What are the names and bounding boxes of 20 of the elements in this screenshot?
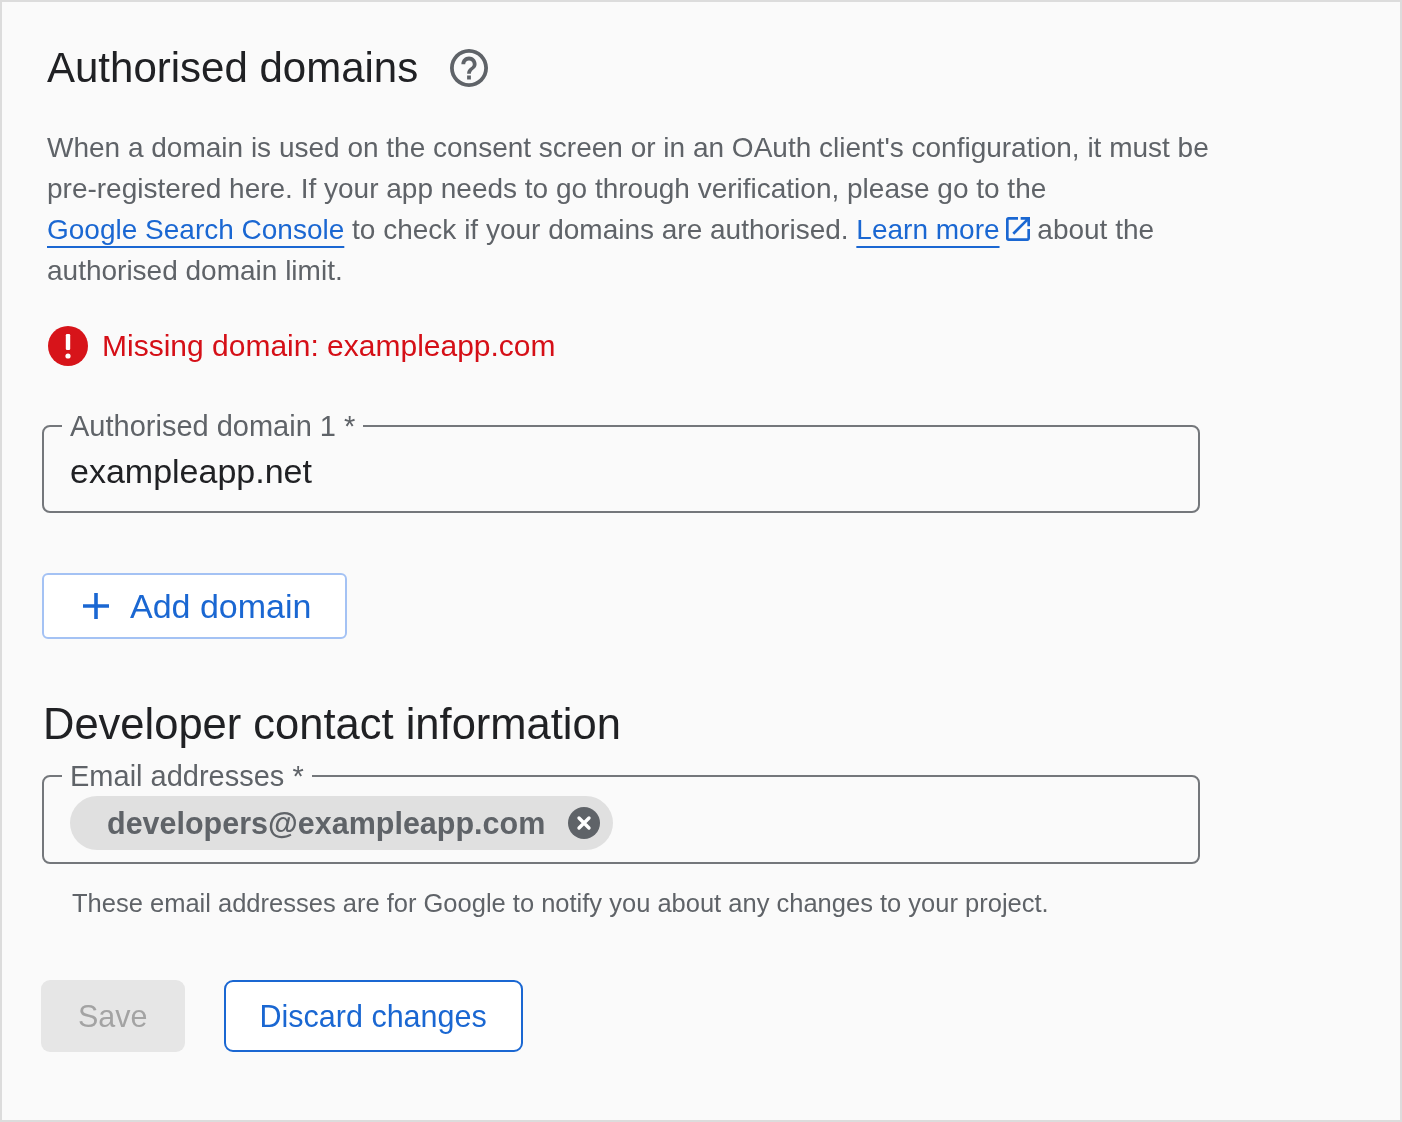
- section-title: Developer contact information: [43, 699, 621, 749]
- error-icon: [48, 326, 88, 366]
- email-chip[interactable]: developers@exampleapp.com: [70, 796, 614, 850]
- external-link[interactable]: Learn more: [856, 214, 1030, 245]
- email-input-field[interactable]: Email addresses * developers@exampleapp.com: [42, 761, 1200, 864]
- plus-icon: [82, 592, 110, 620]
- secondary-button[interactable]: Discard changes: [223, 980, 523, 1052]
- description-text: When a domain is used on the consent screen or in an OAuth client's configuration, it must be pre-registered here. If your app needs to go through verification, please go to the Google Search Console to check if your domains are authorised. Learn more about the authorised domain limit.: [47, 131, 1210, 288]
- close-icon[interactable]: [568, 807, 601, 839]
- error-message: Missing domain: exampleapp.com: [102, 328, 556, 364]
- helper-text: These email addresses are for Google to notify you about any changes to your project.: [72, 889, 1049, 917]
- inline-link[interactable]: Google Search Console: [47, 214, 345, 245]
- field-label: Authorised domain 1 *: [69, 411, 357, 441]
- field-value: exampleapp.net: [70, 453, 312, 489]
- section-title: Authorised domains: [47, 43, 419, 93]
- domain-input-field[interactable]: Authorised domain 1 * exampleapp.net: [42, 411, 1200, 513]
- field-label: Email addresses *: [69, 761, 305, 791]
- help-icon[interactable]: [450, 49, 489, 87]
- external-link-icon: [1005, 217, 1030, 241]
- add-domain-button[interactable]: Add domain: [42, 573, 348, 639]
